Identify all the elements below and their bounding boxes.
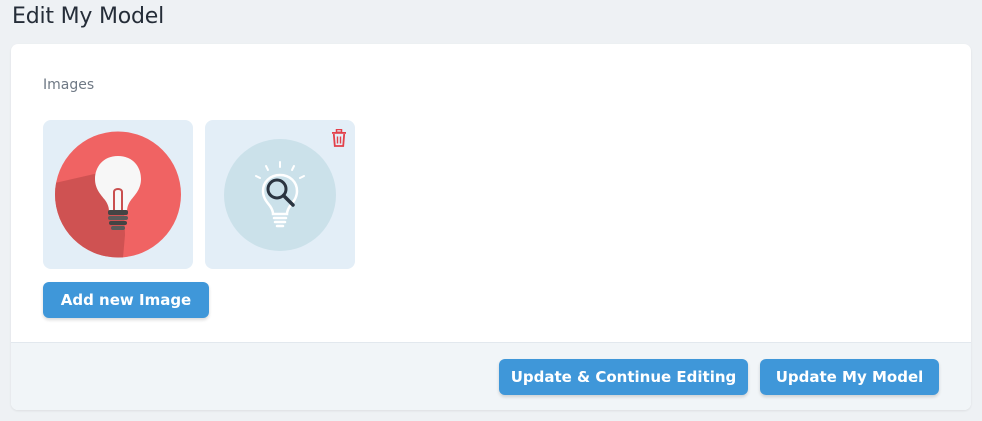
lightbulb-image-icon: [55, 131, 181, 258]
update-continue-editing-button[interactable]: Update & Continue Editing: [499, 359, 748, 395]
form-footer: Update & Continue Editing Update My Mode…: [11, 342, 971, 410]
image-thumbnail-1[interactable]: [43, 120, 193, 269]
add-image-button[interactable]: Add new Image: [43, 282, 209, 318]
images-field-label: Images: [43, 77, 95, 93]
image-thumbnail-2[interactable]: [205, 120, 355, 269]
update-model-button[interactable]: Update My Model: [760, 359, 939, 395]
trash-icon[interactable]: [331, 129, 347, 147]
edit-form-card: Images Add new Image Update & Continue E…: [11, 44, 971, 410]
page-title: Edit My Model: [12, 4, 165, 29]
